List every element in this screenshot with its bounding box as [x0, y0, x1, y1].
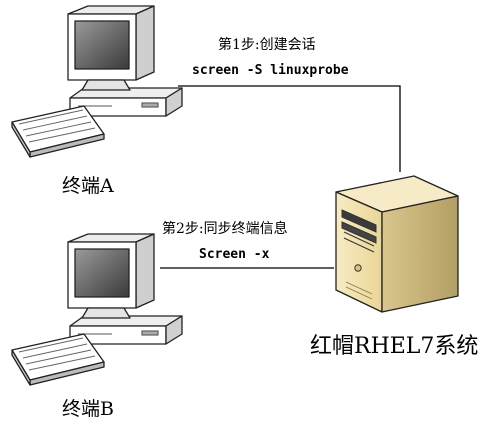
step-1-label: 第1步:创建会话 — [218, 37, 316, 53]
line-terminal-a-to-server — [178, 85, 401, 172]
terminal-a-label: 终端A — [62, 175, 114, 197]
computer-icon-terminal-b — [11, 233, 183, 386]
terminal-b-label: 终端B — [62, 398, 114, 420]
computer-icon-terminal-a — [11, 5, 183, 158]
step-1-command: screen -S linuxprobe — [192, 63, 349, 78]
server-label: 红帽RHEL7系统 — [310, 334, 479, 359]
step-2-label: 第2步:同步终端信息 — [162, 221, 288, 237]
step-2-command: Screen -x — [199, 247, 270, 262]
server-icon — [335, 175, 459, 313]
